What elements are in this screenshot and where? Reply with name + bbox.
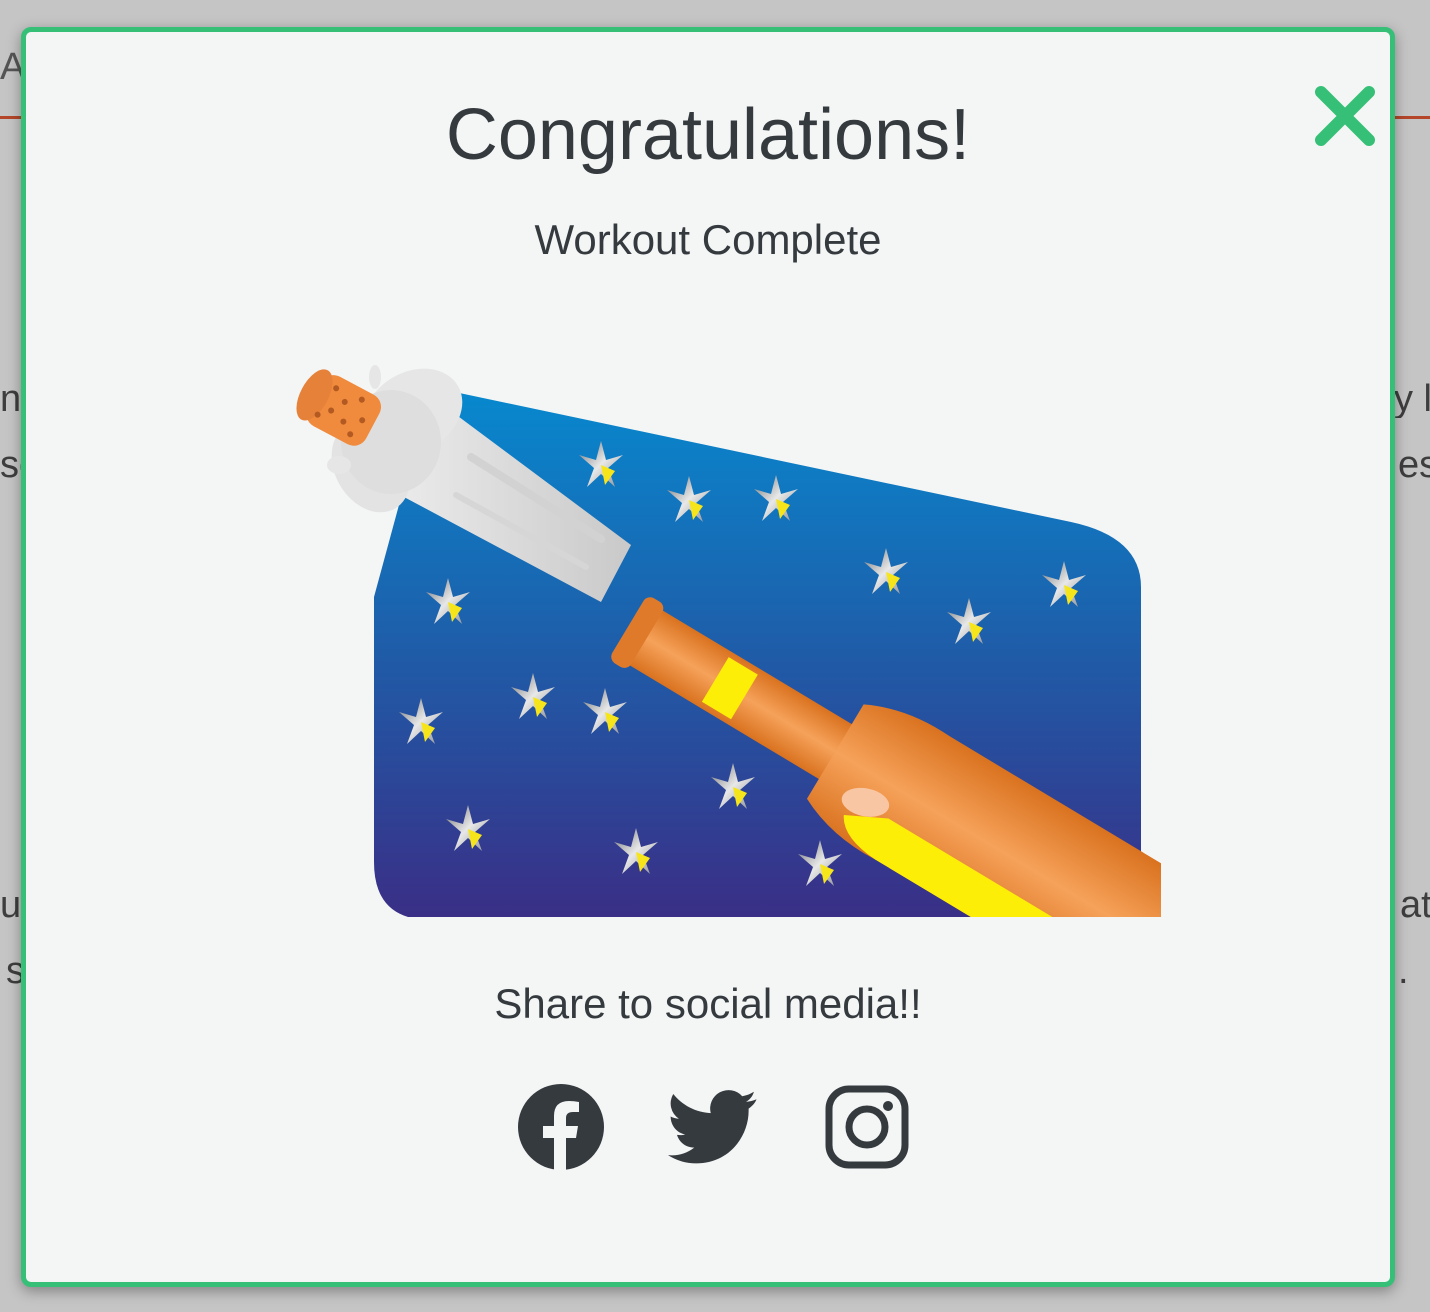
- background-text-fragment: es: [1398, 446, 1430, 484]
- background-text-fragment: y l: [1394, 380, 1430, 418]
- background-text-fragment: n: [0, 380, 22, 418]
- background-text-fragment: Ac: [0, 48, 22, 86]
- share-prompt: Share to social media!!: [494, 980, 922, 1027]
- background-text-fragment: at: [1400, 886, 1430, 924]
- header-rule-right: [1390, 116, 1430, 119]
- background-text-fragment: .: [1398, 952, 1409, 990]
- modal-title: Congratulations!: [445, 95, 971, 175]
- background-text-fragment: u: [0, 886, 22, 924]
- workout-complete-modal: Congratulations! Workout Complete Share …: [21, 27, 1395, 1287]
- facebook-icon[interactable]: [516, 1082, 606, 1172]
- modal-subtitle: Workout Complete: [534, 216, 882, 263]
- twitter-icon[interactable]: [668, 1082, 758, 1172]
- instagram-icon[interactable]: [822, 1082, 912, 1172]
- background-text-fragment: se: [0, 446, 22, 484]
- champagne-bottle-illustration: [271, 317, 1178, 994]
